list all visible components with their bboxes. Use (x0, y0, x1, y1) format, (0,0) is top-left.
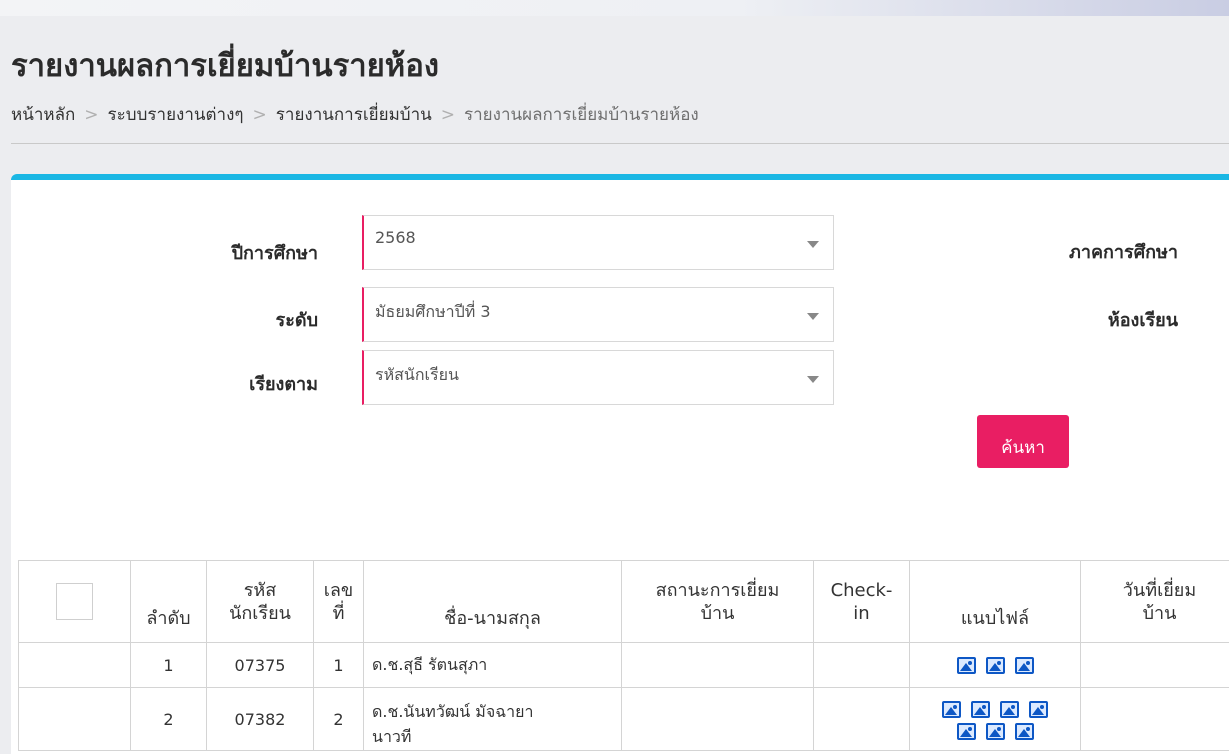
col-name-label: ชื่อ-นามสกุล (444, 608, 541, 629)
col-attachments: แนบไฟล์ (909, 560, 1081, 643)
top-shade (0, 0, 1229, 16)
breadcrumb-separator: > (252, 105, 267, 125)
year-label: ปีการศึกษา (231, 243, 318, 264)
row-name-line1: ด.ช.นันทวัฒน์ มัจฉายา (372, 702, 534, 721)
row-attachments (909, 642, 1081, 688)
row-visit-status (621, 642, 814, 688)
attachment-icons (910, 720, 1080, 742)
col-student-id: รหัส นักเรียน (206, 560, 314, 643)
select-all-cell (18, 560, 131, 643)
col-number: เลข ที่ (313, 560, 364, 643)
breadcrumb-separator: > (440, 105, 455, 125)
search-button[interactable]: ค้นหา (977, 415, 1069, 468)
row-visit-status (621, 687, 814, 751)
classroom-label: ห้องเรียน (1107, 310, 1178, 331)
row-select-cell (18, 642, 131, 688)
image-file-icon[interactable] (942, 701, 961, 718)
row-visit-date (1080, 687, 1229, 751)
caret-down-icon (807, 376, 819, 383)
table-row[interactable]: 2 07382 2 ด.ช.นันทวัฒน์ มัจฉายา นาวที (18, 687, 1229, 751)
row-order: 1 (130, 642, 207, 688)
table-row[interactable]: 1 07375 1 ด.ช.สุธี รัตนสุภา (18, 642, 1229, 688)
row-attachments (909, 687, 1081, 751)
sort-label: เรียงตาม (249, 374, 318, 395)
breadcrumb-separator: > (84, 105, 99, 125)
sort-select-value: รหัสนักเรียน (375, 365, 459, 384)
col-visit-date: วันที่เยี่ยม บ้าน (1080, 560, 1229, 643)
breadcrumb-current: รายงานผลการเยี่ยมบ้านรายห้อง (464, 105, 699, 125)
row-number: 1 (313, 642, 364, 688)
level-label: ระดับ (275, 310, 318, 331)
image-file-icon[interactable] (1014, 723, 1034, 740)
row-student-id: 07382 (206, 687, 314, 751)
row-visit-date (1080, 642, 1229, 688)
col-name: ชื่อ-นามสกุล (363, 560, 622, 643)
caret-down-icon (807, 313, 819, 320)
breadcrumb: หน้าหลัก > ระบบรายงานต่างๆ > รายงานการเยี่ยม… (11, 101, 699, 128)
image-file-icon[interactable] (985, 657, 1005, 674)
col-order: ลำดับ (130, 560, 207, 643)
semester-label: ภาคการศึกษา (1069, 242, 1178, 263)
col-visit-status: สถานะการเยี่ยม บ้าน (621, 560, 814, 643)
page-title: รายงานผลการเยี่ยมบ้านรายห้อง (11, 48, 439, 84)
row-checkin (813, 687, 910, 751)
breadcrumb-reports[interactable]: ระบบรายงานต่างๆ (108, 105, 244, 125)
row-number: 2 (313, 687, 364, 751)
select-all-checkbox[interactable] (56, 583, 93, 620)
row-name-line2: นาวที (372, 727, 412, 746)
row-student-id: 07375 (206, 642, 314, 688)
year-select-value: 2568 (375, 228, 416, 247)
image-file-icon[interactable] (1000, 701, 1019, 718)
visit-report-table: ลำดับ รหัส นักเรียน เลข ที่ ชื่อ-นามสกุล… (18, 560, 1229, 751)
row-name: ด.ช.สุธี รัตนสุภา (363, 642, 622, 688)
breadcrumb-visit-reports[interactable]: รายงานการเยี่ยมบ้าน (276, 105, 432, 125)
level-select-value: มัธยมศึกษาปีที่ 3 (375, 302, 491, 321)
sort-select[interactable]: รหัสนักเรียน (362, 350, 834, 405)
breadcrumb-home[interactable]: หน้าหลัก (11, 105, 75, 125)
row-select-cell (18, 687, 131, 751)
image-file-icon[interactable] (1029, 701, 1048, 718)
table-header-row: ลำดับ รหัส นักเรียน เลข ที่ ชื่อ-นามสกุล… (18, 560, 1229, 643)
image-file-icon[interactable] (1014, 657, 1034, 674)
image-file-icon[interactable] (956, 723, 976, 740)
row-order: 2 (130, 687, 207, 751)
year-select[interactable]: 2568 (362, 215, 834, 270)
col-checkin: Check- in (813, 560, 910, 643)
attachment-icons (910, 654, 1080, 676)
header-divider (11, 143, 1229, 144)
row-name: ด.ช.นันทวัฒน์ มัจฉายา นาวที (363, 687, 622, 751)
row-checkin (813, 642, 910, 688)
col-order-label: ลำดับ (146, 608, 191, 629)
level-select[interactable]: มัธยมศึกษาปีที่ 3 (362, 287, 834, 342)
image-file-icon[interactable] (956, 657, 976, 674)
caret-down-icon (807, 241, 819, 248)
attachment-icons (910, 698, 1080, 720)
image-file-icon[interactable] (985, 723, 1005, 740)
image-file-icon[interactable] (971, 701, 990, 718)
col-attachments-label: แนบไฟล์ (960, 608, 1030, 629)
